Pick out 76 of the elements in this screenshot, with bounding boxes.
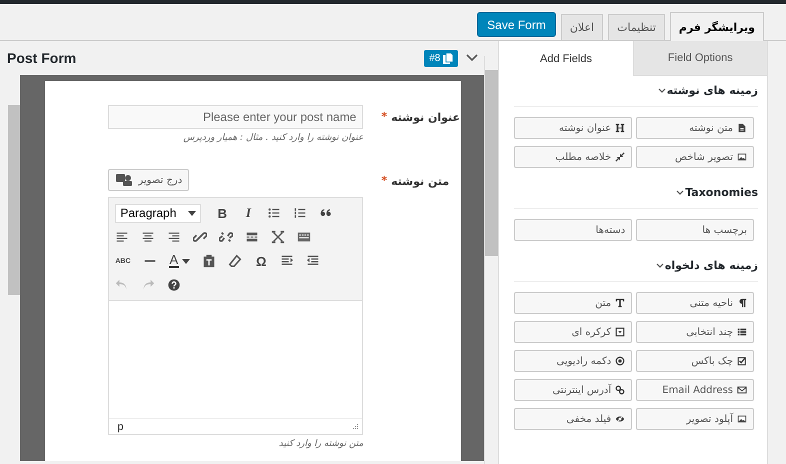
unlink-icon[interactable] [219,230,234,244]
scrollbar[interactable] [484,56,498,464]
section-header[interactable]: زمینه های نوشته [514,76,758,107]
outdent-icon[interactable] [280,254,294,268]
field-help-text: متن نوشته را وارد کنید [278,439,364,449]
images-icon [115,173,134,187]
add-field-button[interactable]: چند انتخابی [636,321,754,343]
dropdown-icon [615,327,626,337]
add-field-button[interactable]: متن نوشته [636,117,754,139]
add-field-button[interactable]: ناحیه متنی [636,292,754,314]
editor-tab[interactable]: اعلان [560,14,604,40]
add-field-button[interactable]: Email Address [636,379,754,401]
special-character-button[interactable]: Ω [254,254,268,268]
form-title: Post Form [7,50,78,66]
indent-icon[interactable] [306,254,320,268]
add-field-button[interactable]: برچسب ها [636,219,754,241]
field-help-text: عنوان نوشته را وارد کنید . مثال : همیار وردپرس [183,133,364,143]
required-mark: * [381,109,388,123]
add-field-button[interactable]: عنوان نوشته [514,117,632,139]
collapse-icon[interactable] [466,54,478,62]
post-title-field[interactable]: Please enter your post name [108,105,364,129]
bold-button[interactable]: B [215,206,230,220]
paragraph-icon [737,298,747,308]
editor-tab[interactable]: ویرایشگر فرم [670,12,764,41]
radio-icon [615,356,626,366]
add-field-button[interactable]: دسته‌ها [514,219,632,241]
italic-button[interactable]: I [241,205,256,221]
list-icon [737,327,747,337]
add-field-button[interactable]: چک باکس [636,350,754,372]
align-icon[interactable] [115,230,130,244]
paste-text-icon[interactable] [202,254,216,268]
link-icon [615,385,626,395]
keyboard-icon[interactable] [297,230,312,244]
link-icon[interactable] [193,230,208,244]
section-header[interactable]: Taxonomies [514,178,758,209]
add-field-button[interactable]: آپلود تصویر [636,408,754,430]
help-icon[interactable] [167,278,182,292]
form-id-badge[interactable]: #8 [424,50,458,66]
image-icon [737,152,747,162]
text-icon [615,298,626,308]
bullet-list-icon[interactable] [267,206,282,220]
field-label: عنوان نوشته [391,110,460,124]
copy-icon [443,52,454,64]
align-icon[interactable] [167,230,182,244]
document-icon [737,123,747,133]
add-field-button[interactable]: متن [514,292,632,314]
add-field-button[interactable]: آدرس اینترنتی [514,379,632,401]
envelope-icon [737,385,747,395]
panel-tab[interactable]: Field Options [632,41,767,76]
eye-icon [615,414,626,424]
chevron-icon [656,262,664,268]
read-more-icon[interactable] [245,230,260,244]
insert-image-button[interactable]: درج تصویر [108,169,190,191]
heading-icon [615,123,626,133]
text-color-button[interactable]: A [168,254,190,268]
add-field-button[interactable]: تصویر شاخص [636,146,754,168]
add-field-button[interactable]: کرکره ای [514,321,632,343]
required-mark: * [381,173,388,187]
format-dropdown[interactable]: Paragraph [115,204,202,222]
checkbox-icon [737,356,747,366]
image-icon [737,414,747,424]
align-icon[interactable] [141,230,156,244]
add-field-button[interactable]: دکمه رادیویی [514,350,632,372]
section-header[interactable]: زمینه های دلخواه [514,251,758,282]
element-path: p [117,420,124,432]
editor-tab[interactable]: تنظیمات [608,14,665,40]
add-field-button[interactable]: خلاصه مطلب [514,146,632,168]
add-field-button[interactable]: فیلد مخفی [514,408,632,430]
chevron-icon [658,88,666,94]
chevron-icon [676,190,684,196]
numbered-list-icon[interactable] [293,206,308,220]
save-form-button[interactable]: Save Form [477,12,556,37]
eraser-icon[interactable] [228,254,242,268]
field-label: متن نوشته [391,174,450,188]
fullscreen-icon[interactable] [271,230,286,244]
compress-icon [615,152,626,162]
